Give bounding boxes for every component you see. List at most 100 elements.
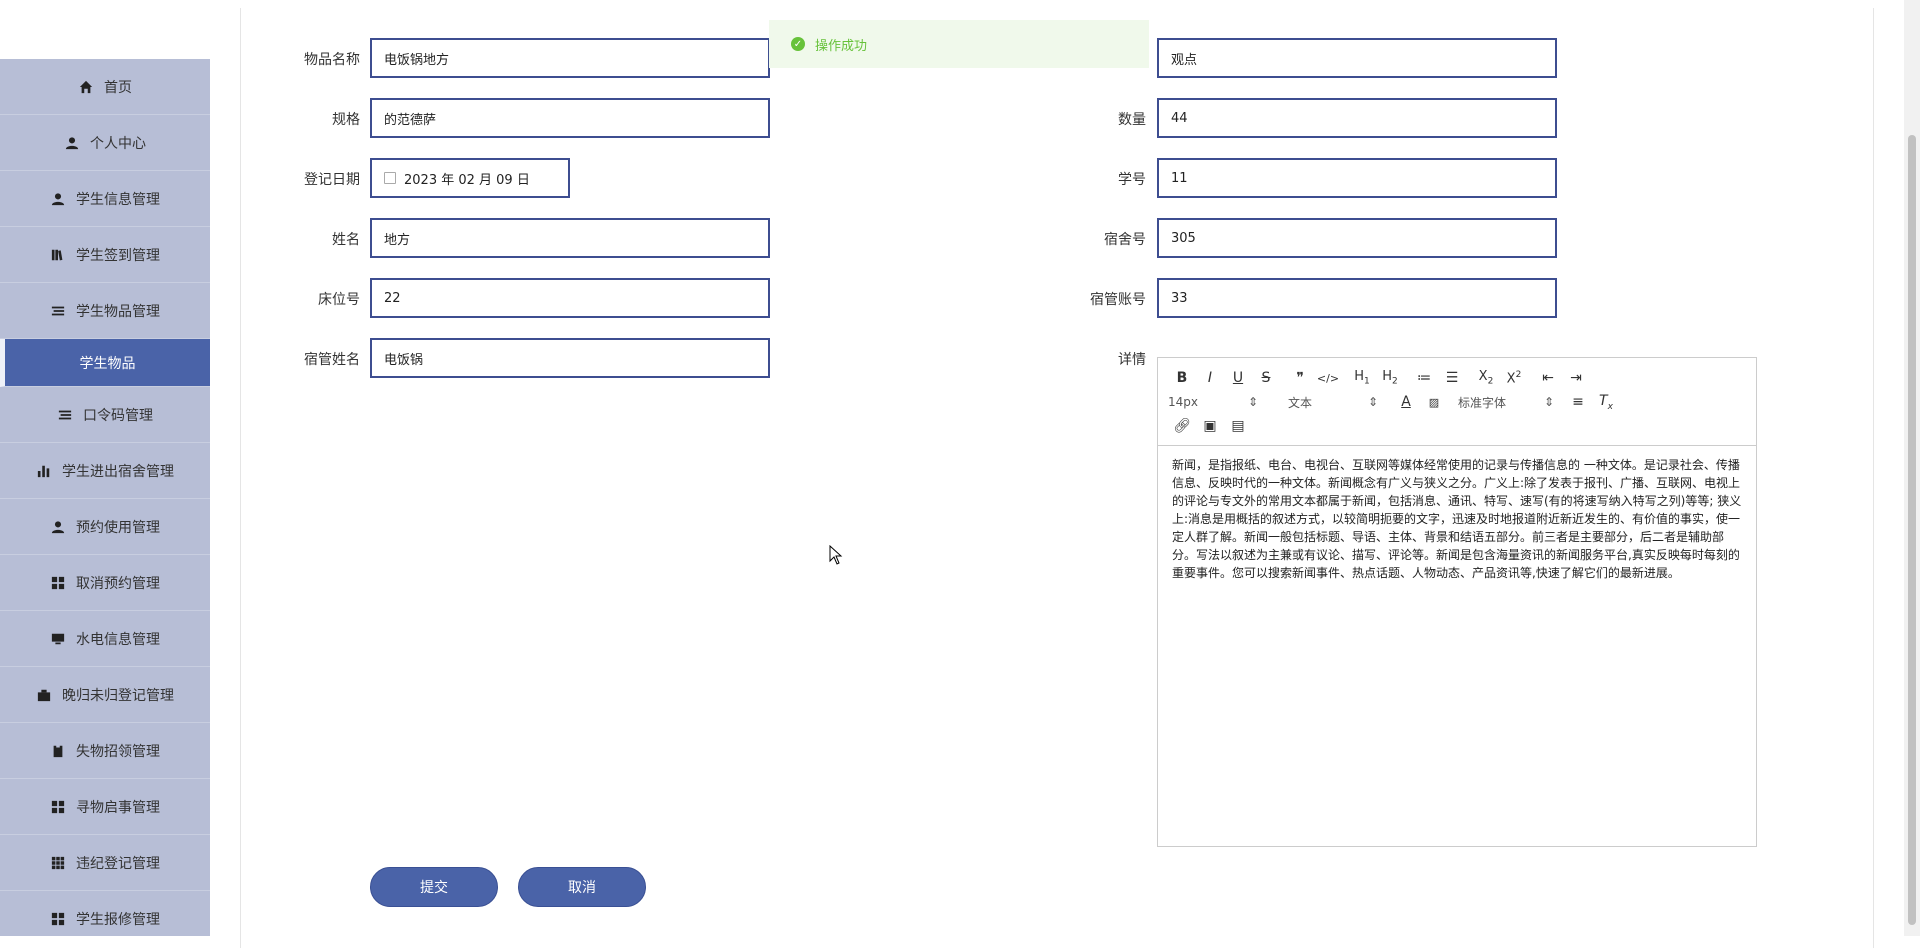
list-icon: [50, 303, 66, 319]
sidebar-item-label: 寻物启事管理: [76, 799, 160, 816]
sidebar-item[interactable]: 取消预约管理: [0, 555, 210, 611]
video-icon[interactable]: ▤: [1224, 418, 1252, 434]
sidebar-item-label: 学生信息管理: [76, 191, 160, 208]
font-color-icon[interactable]: A: [1392, 394, 1420, 410]
success-toast: ✓ 操作成功: [769, 20, 1149, 68]
sidebar-item[interactable]: 违纪登记管理: [0, 835, 210, 891]
toast-message: 操作成功: [815, 38, 868, 54]
student-no-label: 学号: [1118, 172, 1146, 188]
select-arrows-icon: ⇕: [1247, 395, 1258, 409]
cancel-button[interactable]: 取消: [518, 867, 646, 907]
submit-button[interactable]: 提交: [370, 867, 498, 907]
sidebar-item[interactable]: 预约使用管理: [0, 499, 210, 555]
clear-format-icon[interactable]: Tx: [1592, 393, 1620, 412]
align-icon[interactable]: ≡: [1564, 394, 1592, 410]
student-no-input[interactable]: 11: [1157, 158, 1557, 198]
dorm-input[interactable]: 305: [1157, 218, 1557, 258]
mouse-cursor-icon: [829, 545, 843, 565]
sidebar-item[interactable]: 学生物品管理: [0, 283, 210, 339]
bold-icon[interactable]: B: [1168, 370, 1196, 386]
grid-icon: [50, 575, 66, 591]
sidebar-item[interactable]: 学生进出宿舍管理: [0, 443, 210, 499]
italic-icon[interactable]: I: [1196, 370, 1224, 386]
bed-label: 床位号: [318, 292, 360, 308]
outdent-icon[interactable]: ⇤: [1534, 370, 1562, 386]
ordered-list-icon[interactable]: ≔: [1410, 370, 1438, 386]
sidebar-item[interactable]: 寻物启事管理: [0, 779, 210, 835]
item-name-label: 物品名称: [304, 52, 360, 68]
user-icon: [50, 519, 66, 535]
book-icon: [50, 247, 66, 263]
date-picker[interactable]: 2023 年 02 月 09 日: [370, 158, 570, 198]
sidebar-item-label: 晚归未归登记管理: [62, 687, 174, 704]
scrollbar-thumb[interactable]: [1908, 135, 1916, 925]
select-arrows-icon: ⇕: [1543, 395, 1554, 409]
sidebar-item[interactable]: 首页: [0, 59, 210, 115]
user-icon: [50, 191, 66, 207]
spec-input[interactable]: 的范德萨: [370, 98, 770, 138]
underline-icon[interactable]: U: [1224, 370, 1252, 386]
strikethrough-icon[interactable]: S: [1252, 370, 1280, 386]
font-size-select[interactable]: 14px ⇕: [1168, 395, 1258, 409]
bullet-list-icon[interactable]: ☰: [1438, 370, 1466, 386]
date-label: 登记日期: [304, 172, 360, 188]
manager-account-label: 宿管账号: [1090, 292, 1146, 308]
code-icon[interactable]: </>: [1314, 372, 1342, 385]
date-value: 2023 年 02 月 09 日: [404, 172, 530, 188]
quantity-input[interactable]: 44: [1157, 98, 1557, 138]
monitor-icon: [50, 631, 66, 647]
sidebar-item-label: 失物招领管理: [76, 743, 160, 760]
name-input[interactable]: 地方: [370, 218, 770, 258]
sidebar-item[interactable]: 口令码管理: [0, 387, 210, 443]
font-family-select[interactable]: 标准字体 ⇕: [1458, 394, 1554, 411]
briefcase-icon: [36, 687, 52, 703]
dorm-label: 宿舍号: [1104, 232, 1146, 248]
name-label: 姓名: [332, 232, 360, 248]
manager-name-input[interactable]: 电饭锅: [370, 338, 770, 378]
sidebar-item-label: 个人中心: [90, 135, 146, 152]
block-type-value: 文本: [1288, 395, 1313, 410]
sidebar-item[interactable]: 水电信息管理: [0, 611, 210, 667]
sidebar-item-label: 学生进出宿舍管理: [62, 463, 174, 480]
editor-content[interactable]: 新闻，是指报纸、电台、电视台、互联网等媒体经常使用的记录与传播信息的 一种文体。…: [1158, 446, 1756, 592]
font-size-value: 14px: [1168, 395, 1198, 409]
superscript-icon[interactable]: X2: [1500, 370, 1528, 386]
sidebar-item[interactable]: 学生信息管理: [0, 171, 210, 227]
quantity-label: 数量: [1118, 112, 1146, 128]
sidebar-item[interactable]: 学生签到管理: [0, 227, 210, 283]
sidebar-item[interactable]: 失物招领管理: [0, 723, 210, 779]
spec-label: 规格: [332, 112, 360, 128]
bed-input[interactable]: 22: [370, 278, 770, 318]
subscript-icon[interactable]: X2: [1472, 369, 1500, 387]
bar-chart-icon: [36, 463, 52, 479]
user-icon: [64, 135, 80, 151]
clipboard-icon: [50, 743, 66, 759]
calendar-icon: [384, 172, 396, 184]
sidebar-item[interactable]: 晚归未归登记管理: [0, 667, 210, 723]
sidebar-item-label: 违纪登记管理: [76, 855, 160, 872]
page-scrollbar[interactable]: [1904, 0, 1920, 936]
block-type-select[interactable]: 文本 ⇕: [1288, 394, 1378, 411]
item-name-input[interactable]: 电饭锅地方: [370, 38, 770, 78]
list-icon: [57, 407, 73, 423]
sidebar-item-label: 首页: [104, 79, 132, 96]
select-arrows-icon: ⇕: [1367, 395, 1378, 409]
editor-toolbar: B I U S ❞ </> H1 H2 ≔ ☰ X2 X2 ⇤ ⇥ 14px ⇕ …: [1158, 358, 1756, 446]
viewpoint-input[interactable]: 观点: [1157, 38, 1557, 78]
indent-icon[interactable]: ⇥: [1562, 370, 1590, 386]
detail-label: 详情: [1118, 352, 1146, 368]
sidebar-item[interactable]: 学生报修管理: [0, 891, 210, 936]
manager-account-input[interactable]: 33: [1157, 278, 1557, 318]
sidebar-item[interactable]: 学生物品: [0, 339, 210, 387]
grid-icon: [50, 799, 66, 815]
link-icon[interactable]: 🔗︎: [1168, 418, 1196, 434]
blockquote-icon[interactable]: ❞: [1286, 370, 1314, 386]
background-color-icon[interactable]: ▨: [1420, 396, 1448, 409]
check-circle-icon: ✓: [791, 37, 805, 51]
rich-text-editor: B I U S ❞ </> H1 H2 ≔ ☰ X2 X2 ⇤ ⇥ 14px ⇕ …: [1157, 357, 1757, 847]
sidebar-item[interactable]: 个人中心: [0, 115, 210, 171]
heading1-icon[interactable]: H1: [1348, 369, 1376, 387]
image-icon[interactable]: ▣: [1196, 418, 1224, 434]
heading2-icon[interactable]: H2: [1376, 369, 1404, 387]
sidebar-item-label: 水电信息管理: [76, 631, 160, 648]
